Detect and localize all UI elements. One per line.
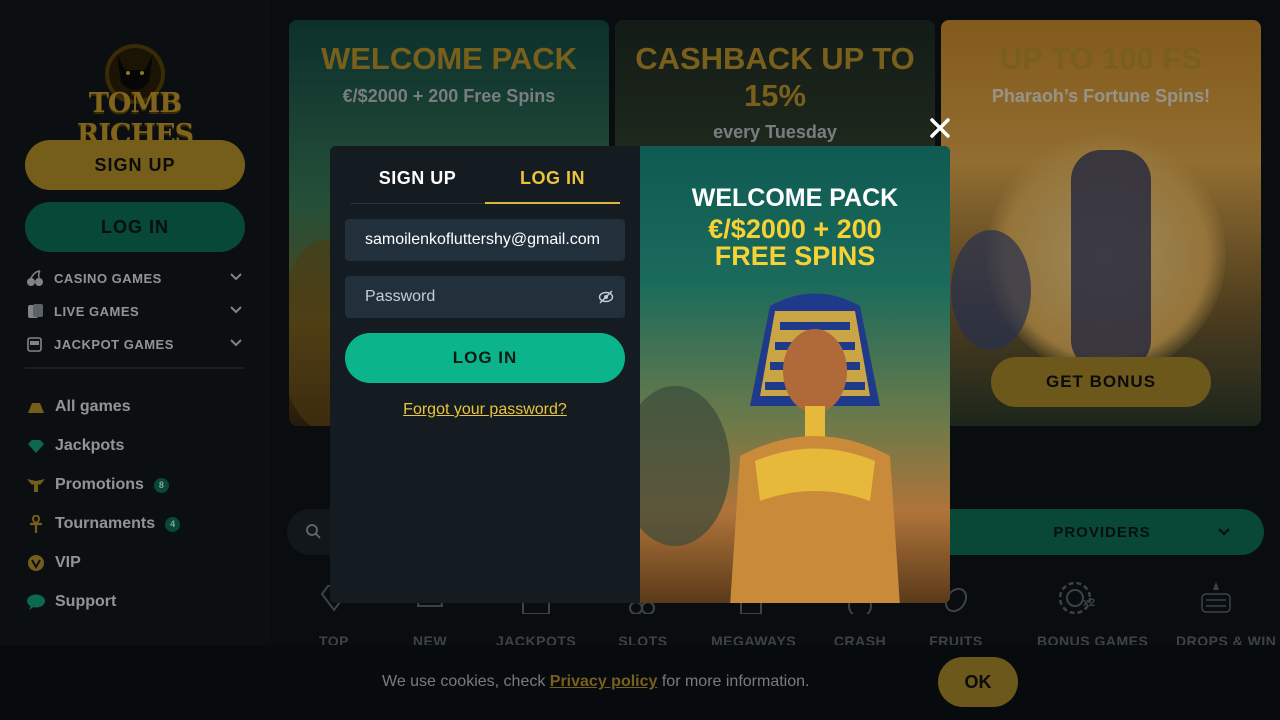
active-tab-indicator xyxy=(485,202,620,204)
tab-login[interactable]: LOG IN xyxy=(485,168,620,189)
modal-promo-line2: FREE SPINS xyxy=(714,241,876,271)
modal-promo-line1: €/$2000 + 200 xyxy=(708,214,882,244)
modal-promo-title: WELCOME PACK xyxy=(691,184,899,212)
password-field[interactable] xyxy=(345,276,625,318)
login-modal: SIGN UP LOG IN LOG IN Forgot your passwo… xyxy=(330,146,950,603)
login-submit-button[interactable]: LOG IN xyxy=(345,333,625,383)
close-icon[interactable] xyxy=(928,116,952,140)
login-form-panel: SIGN UP LOG IN LOG IN Forgot your passwo… xyxy=(330,146,640,603)
sphinx-figure xyxy=(640,386,730,546)
modal-promo-panel: WELCOME PACK €/$2000 + 200 FREE SPINS xyxy=(640,146,950,603)
modal-promo-subtitle: €/$2000 + 200 FREE SPINS xyxy=(640,216,950,270)
tab-signup[interactable]: SIGN UP xyxy=(350,168,485,189)
email-field[interactable] xyxy=(345,219,625,261)
pharaoh-illustration xyxy=(730,293,900,603)
forgot-password-link[interactable]: Forgot your password? xyxy=(345,401,625,419)
toggle-password-visibility-icon[interactable] xyxy=(598,290,614,304)
